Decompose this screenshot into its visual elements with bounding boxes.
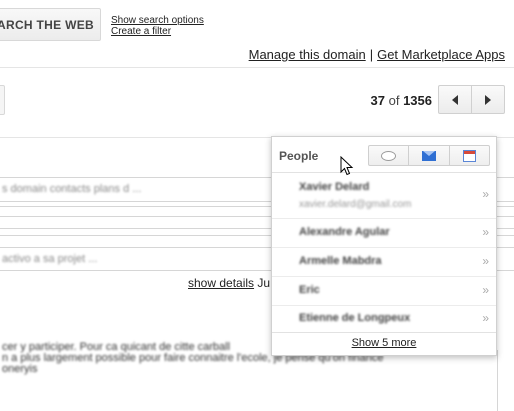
older-button[interactable]	[471, 85, 505, 114]
people-card-header: People	[272, 137, 496, 173]
email-button[interactable]	[408, 146, 448, 165]
quoted-text-line: s domain contacts plans d ...	[2, 183, 142, 195]
link-separator: |	[369, 47, 374, 62]
show-details-link[interactable]: show details	[188, 276, 254, 290]
header-divider	[0, 67, 514, 68]
person-name: Alexandre Agular	[299, 226, 390, 238]
calendar-icon	[462, 149, 476, 162]
person-row[interactable]: Armelle Mabdra »	[272, 248, 496, 277]
person-name: Armelle Mabdra	[299, 255, 382, 267]
manage-domain-link[interactable]: Manage this domain	[249, 47, 366, 62]
domain-links: Manage this domain | Get Marketplace Apps	[249, 47, 505, 62]
body-line: oneryis	[2, 363, 38, 375]
mouse-cursor-icon	[340, 156, 354, 176]
mail-icon	[421, 150, 436, 161]
newer-button[interactable]	[438, 85, 472, 114]
show-search-options-link[interactable]: Show search options	[111, 15, 204, 26]
quoted-text-line: activo a sa projet ...	[2, 253, 98, 265]
people-card: People Xavier Delard xavier.delard@gmail…	[271, 136, 497, 356]
person-row[interactable]: Etienne de Longpeux »	[272, 306, 496, 333]
calendar-button[interactable]	[448, 146, 489, 165]
search-the-web-button[interactable]: ARCH THE WEB	[0, 8, 101, 41]
content-border	[497, 350, 498, 411]
chevron-right-icon: »	[482, 225, 489, 239]
arrow-left-icon	[452, 94, 458, 105]
person-name: Xavier Delard	[299, 181, 370, 193]
show-more-link[interactable]: Show 5 more	[352, 337, 417, 349]
show-more: Show 5 more	[272, 337, 496, 349]
chevron-right-icon: »	[482, 187, 489, 201]
person-row[interactable]: Alexandre Agular »	[272, 219, 496, 248]
person-name: Eric	[299, 284, 320, 296]
toolbar-button[interactable]	[0, 85, 5, 115]
person-email: xavier.delard@gmail.com	[299, 199, 412, 210]
search-options-links: Show search options Create a filter	[111, 15, 204, 37]
pager-of: of	[388, 93, 400, 108]
person-row[interactable]: Xavier Delard xavier.delard@gmail.com »	[272, 173, 496, 219]
chevron-right-icon: »	[482, 254, 489, 268]
chat-button[interactable]	[369, 146, 408, 165]
marketplace-link[interactable]: Get Marketplace Apps	[377, 47, 505, 62]
message-meta: show details Ju	[188, 276, 270, 290]
chat-bubble-icon	[381, 150, 397, 161]
message-date: Ju	[257, 276, 271, 290]
chevron-right-icon: »	[482, 283, 489, 297]
pager-total: 1356	[403, 93, 432, 108]
create-filter-link[interactable]: Create a filter	[111, 26, 204, 37]
person-name: Etienne de Longpeux	[299, 312, 411, 324]
pager-current: 37	[370, 93, 385, 108]
arrow-right-icon	[485, 94, 491, 105]
pager-status: 37 of 1356	[371, 93, 432, 108]
people-card-title: People	[279, 149, 319, 163]
chevron-right-icon: »	[482, 311, 489, 325]
person-row[interactable]: Eric »	[272, 277, 496, 306]
people-actions	[368, 145, 490, 166]
